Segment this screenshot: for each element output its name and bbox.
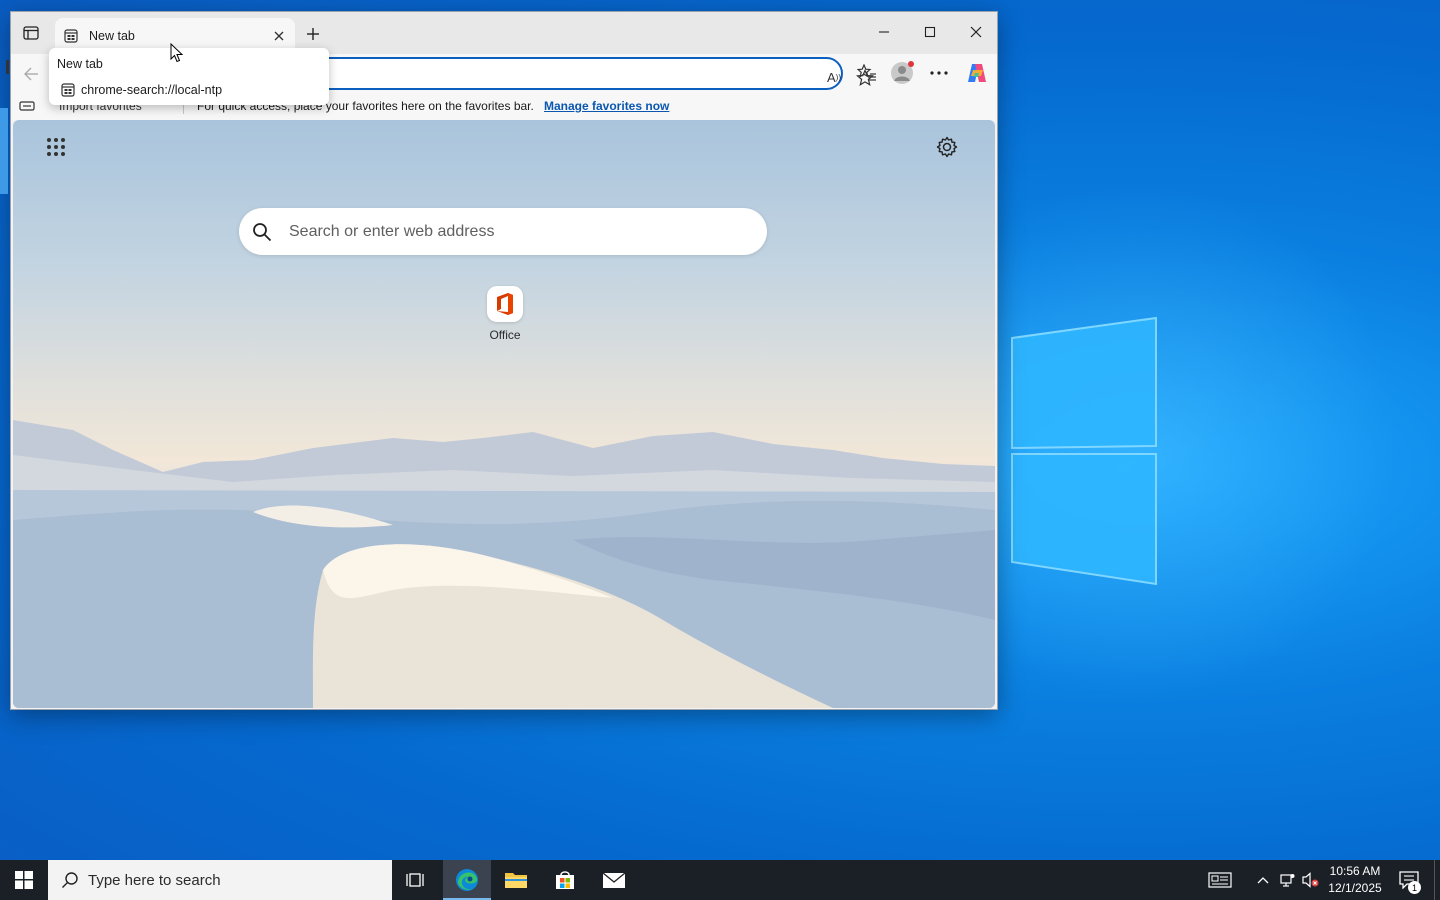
copilot-icon bbox=[968, 64, 986, 82]
new-tab-page-icon bbox=[63, 28, 79, 44]
close-icon bbox=[970, 26, 982, 38]
clock-date: 12/1/2025 bbox=[1328, 881, 1382, 895]
favorites-list-icon bbox=[857, 64, 876, 81]
taskbar: Type here to search 10:56 AM 12/1/2025 1 bbox=[0, 860, 1440, 900]
quick-link-label: Office bbox=[489, 328, 521, 342]
copilot-button[interactable] bbox=[963, 59, 991, 87]
window-edge-artifact bbox=[6, 60, 9, 74]
import-favorites-icon bbox=[19, 99, 35, 116]
ntp-search-box[interactable]: Search or enter web address bbox=[239, 208, 767, 255]
manage-favorites-link[interactable]: Manage favorites now bbox=[544, 99, 669, 113]
store-bag-icon bbox=[556, 871, 574, 889]
show-hidden-icons-button[interactable] bbox=[1252, 870, 1274, 890]
volume-muted-icon bbox=[1302, 872, 1319, 888]
back-arrow-icon bbox=[24, 67, 38, 81]
tab-title: New tab bbox=[89, 29, 135, 43]
taskbar-search-placeholder: Type here to search bbox=[88, 871, 221, 889]
action-center-button[interactable]: 1 bbox=[1394, 867, 1424, 894]
taskbar-store-button[interactable] bbox=[541, 860, 589, 900]
clock-time: 10:56 AM bbox=[1329, 864, 1381, 878]
show-desktop-button[interactable] bbox=[1434, 860, 1435, 900]
ntp-search-placeholder: Search or enter web address bbox=[289, 222, 495, 240]
task-view-button[interactable] bbox=[392, 860, 440, 900]
chevron-up-icon bbox=[1257, 877, 1269, 884]
task-view-icon bbox=[406, 873, 424, 887]
new-tab-page: Search or enter web address Office bbox=[13, 120, 995, 708]
maximize-icon bbox=[924, 26, 936, 38]
page-settings-button[interactable] bbox=[933, 133, 961, 161]
start-button[interactable] bbox=[0, 860, 48, 900]
windows-logo-icon bbox=[15, 871, 33, 889]
volume-tray-button[interactable] bbox=[1300, 870, 1322, 890]
hover-card-title: New tab bbox=[57, 57, 103, 71]
read-aloud-button[interactable]: A)) bbox=[823, 67, 845, 87]
hover-card-url-row: chrome-search://local-ntp bbox=[61, 83, 222, 97]
news-widget-button[interactable] bbox=[1206, 870, 1234, 890]
minimize-button[interactable] bbox=[861, 18, 907, 46]
close-window-button[interactable] bbox=[953, 18, 997, 46]
minimize-icon bbox=[879, 31, 889, 33]
tab-actions-button[interactable] bbox=[19, 22, 43, 44]
maximize-button[interactable] bbox=[907, 18, 953, 46]
avatar-icon bbox=[891, 61, 914, 84]
news-icon bbox=[1208, 872, 1232, 888]
close-icon bbox=[274, 31, 284, 41]
more-horizontal-icon bbox=[930, 71, 948, 75]
search-icon bbox=[251, 221, 273, 243]
hover-card-url: chrome-search://local-ntp bbox=[81, 83, 223, 97]
favorites-button[interactable] bbox=[853, 59, 881, 87]
notification-count-badge: 1 bbox=[1408, 881, 1421, 894]
browser-window: New tab A)) Import favorites For quick a… bbox=[10, 11, 998, 710]
taskbar-search-box[interactable]: Type here to search bbox=[48, 860, 392, 900]
taskbar-clock[interactable]: 10:56 AM 12/1/2025 bbox=[1322, 863, 1388, 897]
back-button[interactable] bbox=[19, 62, 43, 86]
background-window-edge bbox=[0, 108, 8, 194]
folder-icon bbox=[505, 873, 527, 888]
tab-close-button[interactable] bbox=[269, 26, 289, 46]
taskbar-mail-button[interactable] bbox=[590, 860, 638, 900]
new-tab-button[interactable] bbox=[301, 22, 325, 46]
mouse-cursor-icon bbox=[170, 43, 184, 63]
new-tab-page-icon bbox=[61, 83, 75, 97]
read-aloud-icon: A bbox=[827, 69, 836, 85]
search-icon bbox=[60, 870, 80, 890]
plus-icon bbox=[307, 28, 319, 40]
taskbar-file-explorer-button[interactable] bbox=[492, 860, 540, 900]
office-icon bbox=[487, 286, 523, 322]
taskbar-edge-button[interactable] bbox=[443, 860, 491, 900]
tab-hover-card: New tab chrome-search://local-ntp bbox=[49, 48, 329, 105]
mail-icon bbox=[602, 872, 626, 888]
network-icon bbox=[1280, 874, 1295, 887]
network-tray-button[interactable] bbox=[1276, 870, 1298, 890]
apps-launcher-button[interactable] bbox=[43, 134, 69, 160]
tab-actions-icon bbox=[23, 26, 39, 40]
profile-button[interactable] bbox=[889, 59, 917, 87]
quick-link-office[interactable]: Office bbox=[479, 286, 531, 342]
edge-icon bbox=[456, 869, 478, 891]
windows-wallpaper-logo bbox=[1011, 316, 1157, 586]
app-grid-icon bbox=[47, 138, 65, 156]
settings-and-more-button[interactable] bbox=[925, 59, 953, 87]
gear-icon bbox=[936, 136, 958, 158]
